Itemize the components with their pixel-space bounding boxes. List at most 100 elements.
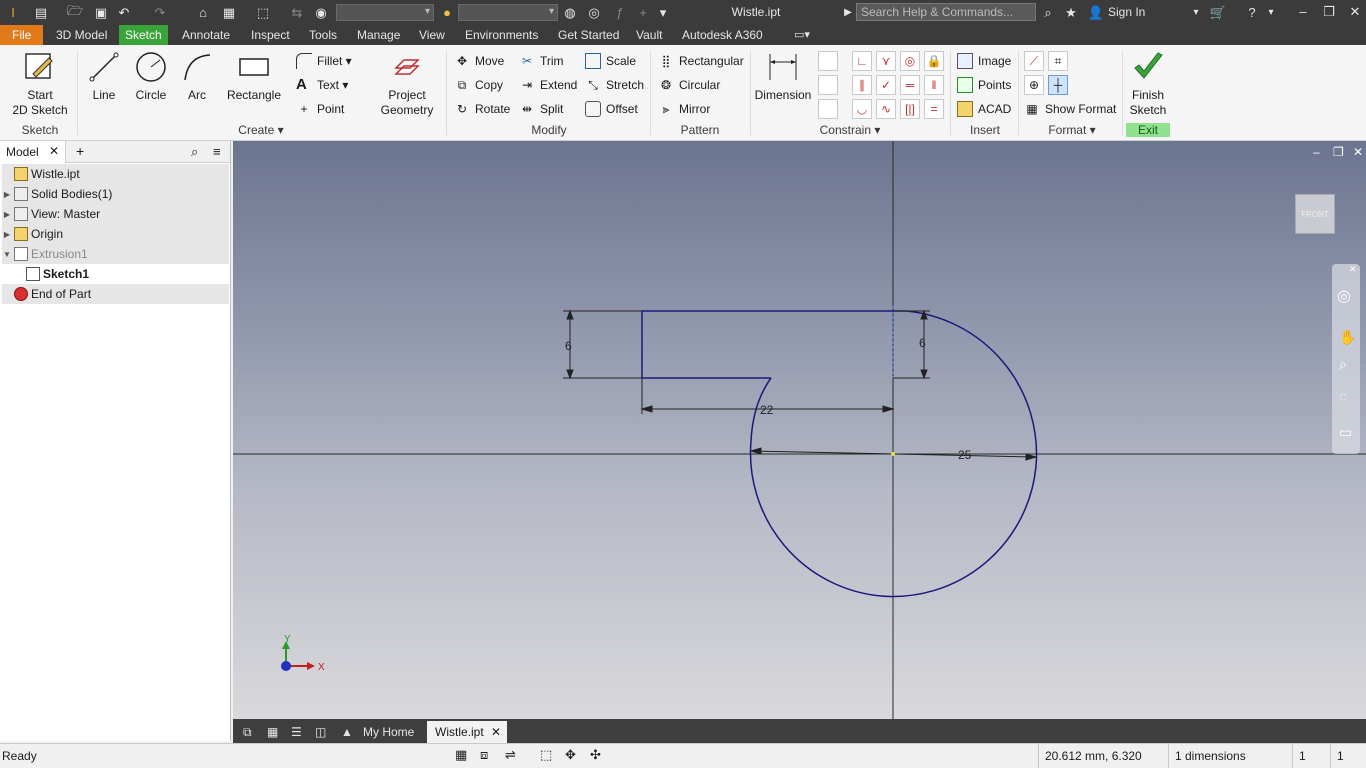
insert-acad-button[interactable]: ACAD [957, 99, 1011, 119]
tree-item-view-master[interactable]: ▶ View: Master [2, 204, 229, 224]
navbar-close-icon[interactable]: ✕ [1349, 264, 1357, 275]
scale-button[interactable]: Scale [585, 51, 636, 71]
panel-title-create[interactable]: Create ▾ [225, 123, 297, 137]
orbit-icon[interactable]: ◌ [1339, 388, 1347, 404]
coincident-icon[interactable]: ∟ [852, 51, 872, 71]
fix-icon[interactable]: 🔒 [924, 51, 944, 71]
tree-item-extrusion1[interactable]: ▼ Extrusion1 [2, 244, 229, 264]
move-button[interactable]: ✥ Move [454, 51, 504, 71]
equal-icon[interactable]: = [924, 99, 944, 119]
text-button[interactable]: A Text ▾ [296, 75, 348, 95]
mirror-button[interactable]: ⫸ Mirror [658, 99, 711, 119]
appearance-dropdown[interactable] [458, 4, 558, 21]
tab-inspect[interactable]: Inspect [245, 25, 296, 45]
extend-button[interactable]: ⇥ Extend [519, 75, 577, 95]
sign-in-link[interactable]: Sign In [1108, 5, 1145, 19]
dimension-height-right[interactable]: 6 [919, 336, 926, 350]
cart-icon[interactable]: 🛒 [1210, 3, 1226, 22]
customize-icon[interactable]: ▾ [656, 3, 670, 22]
panel-title-format[interactable]: Format ▾ [1030, 123, 1114, 137]
stretch-button[interactable]: ⤡ Stretch [585, 75, 644, 95]
line-button[interactable]: Line [84, 50, 124, 103]
rotate-button[interactable]: ↻ Rotate [454, 99, 510, 119]
search-icon[interactable]: ⌕ [191, 144, 198, 160]
trim-button[interactable]: ✂ Trim [519, 51, 564, 71]
perpendicular-icon[interactable]: ✓ [876, 75, 896, 95]
update-icon[interactable]: ⇆ [290, 3, 304, 22]
binoculars-icon[interactable]: ⌕ [1040, 3, 1056, 22]
vertical-split-icon[interactable]: ◫ [307, 721, 334, 743]
collinear-icon[interactable]: ⋎ [876, 51, 896, 71]
material-dropdown[interactable] [336, 4, 434, 21]
select-icon[interactable]: ⬚ [256, 3, 270, 22]
plus-icon[interactable]: + [636, 3, 650, 22]
arc-button[interactable]: Arc [177, 50, 217, 103]
project-geometry-button[interactable]: Project Geometry [374, 50, 440, 118]
expand-icon[interactable]: ▶ [2, 230, 12, 239]
point-button[interactable]: + Point [296, 99, 344, 119]
new-icon[interactable]: ▤ [34, 3, 48, 22]
doc-tab-wistle[interactable]: Wistle.ipt ✕ [427, 721, 507, 743]
search-input[interactable]: Search Help & Commands... [856, 3, 1036, 21]
zoom-icon[interactable]: ⌕ [1339, 356, 1347, 373]
tab-autodesk-a360[interactable]: Autodesk A360 [676, 25, 769, 45]
user-icon[interactable]: 👤 [1088, 3, 1104, 22]
tab-vault[interactable]: Vault [630, 25, 668, 45]
tree-item-sketch1[interactable]: Sketch1 [2, 264, 229, 284]
tree-item-end-of-part[interactable]: End of Part [2, 284, 229, 304]
tangent-icon[interactable]: ◡ [852, 99, 872, 119]
menu-icon[interactable]: ≡ [213, 144, 221, 159]
offset-button[interactable]: Offset [585, 99, 638, 119]
look-at-icon[interactable]: ▭ [1339, 424, 1352, 441]
help-icon[interactable]: ? [1244, 3, 1260, 22]
parallel-icon[interactable]: ∥ [852, 75, 872, 95]
concentric-icon[interactable]: ◎ [900, 51, 920, 71]
tree-item-origin[interactable]: ▶ Origin [2, 224, 229, 244]
fx-icon[interactable]: ƒ [613, 3, 627, 22]
symmetric-icon[interactable]: [|] [900, 99, 920, 119]
tab-environments[interactable]: Environments [459, 25, 544, 45]
expand-icon[interactable]: ▶ [2, 190, 12, 199]
construction-icon[interactable]: ⟋ [1024, 51, 1044, 71]
dimension-height-left[interactable]: 6 [565, 339, 572, 353]
pan-icon[interactable]: ✋ [1339, 329, 1356, 346]
tab-get-started[interactable]: Get Started [552, 25, 625, 45]
center-point[interactable] [891, 452, 895, 456]
driven-dimension-icon[interactable]: ┼ [1048, 75, 1068, 95]
undo-icon[interactable]: ↶ [117, 3, 131, 22]
minimize-icon[interactable]: – [1292, 2, 1314, 22]
star-icon[interactable]: ★ [1063, 3, 1079, 22]
auto-dimension-icon[interactable] [818, 51, 838, 71]
tab-annotate[interactable]: Annotate [176, 25, 236, 45]
dimension-length[interactable]: 22 [760, 403, 774, 417]
sketch-status-icon-2[interactable]: ⧈ [480, 747, 488, 763]
centerline-icon[interactable]: ⌗ [1048, 51, 1068, 71]
close-icon[interactable]: ✕ [491, 721, 501, 743]
start-2d-sketch-button[interactable]: Start 2D Sketch [10, 50, 70, 118]
save-icon[interactable]: ▣ [94, 3, 108, 22]
steering-wheel-icon[interactable]: ◎ [1337, 286, 1351, 306]
dimension-radius[interactable]: 25 [958, 448, 972, 462]
smooth-icon[interactable]: ∿ [876, 99, 896, 119]
graphics-viewport[interactable]: – ❐ ✕ 6 6 22 25 Y X FRONT ✕ ◎ ✋ ⌕ ◌ ▭ [233, 141, 1366, 719]
split-button[interactable]: ⇹ Split [519, 99, 563, 119]
search-arrow-icon[interactable]: ▶ [842, 3, 854, 22]
sketch-canvas[interactable]: 6 6 22 25 Y X [233, 141, 1366, 719]
tab-3d-model[interactable]: 3D Model [50, 25, 113, 45]
restore-icon[interactable]: ❐ [1318, 2, 1340, 22]
collapse-icon[interactable]: ▼ [2, 250, 12, 259]
sketch-status-icon-1[interactable]: ▦ [455, 747, 467, 763]
tree-item-wistle[interactable]: Wistle.ipt [2, 164, 229, 184]
sketch-status-icon-4[interactable]: ⬚ [540, 747, 552, 763]
close-icon[interactable]: ✕ [1344, 2, 1366, 22]
tab-file[interactable]: File [0, 25, 44, 45]
expand-icon[interactable]: ▶ [2, 210, 12, 219]
tab-view[interactable]: View [413, 25, 451, 45]
finish-sketch-button[interactable]: Finish Sketch [1126, 50, 1170, 118]
chevron-down-icon[interactable]: ▾ [1190, 3, 1202, 22]
panel-title-constrain[interactable]: Constrain ▾ [808, 123, 892, 137]
dimension-button[interactable]: Dimension [754, 50, 812, 103]
doc-tab-my-home[interactable]: My Home [355, 721, 422, 743]
rectangular-pattern-button[interactable]: ⣿ Rectangular [658, 51, 744, 71]
constraint-settings-icon[interactable] [818, 99, 838, 119]
